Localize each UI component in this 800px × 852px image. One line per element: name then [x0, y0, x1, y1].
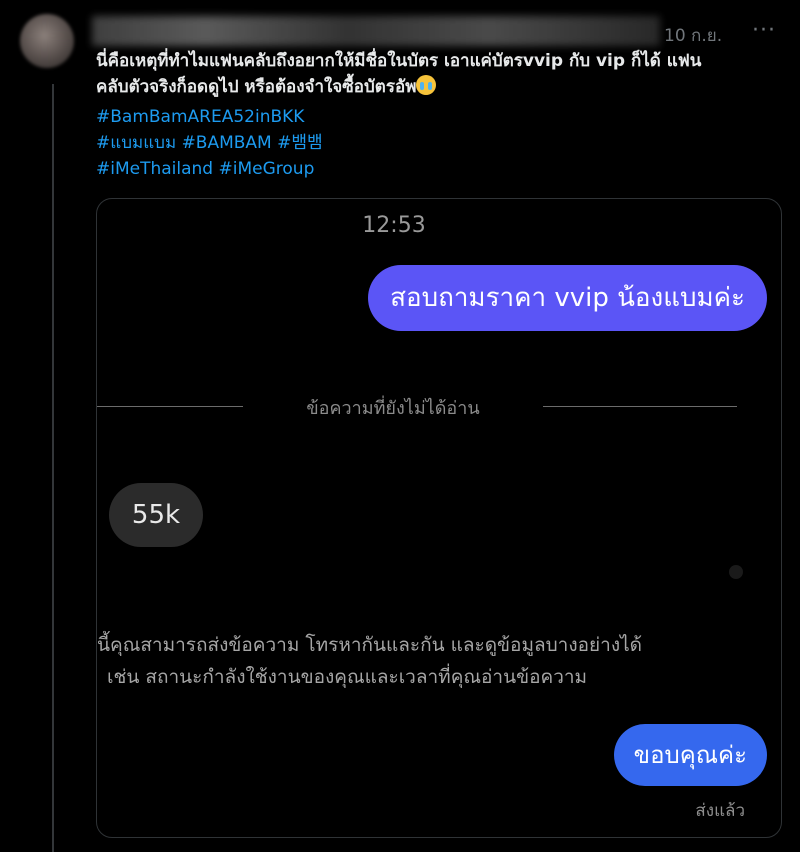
hashtag-link[interactable]: #BAMBAM	[182, 133, 272, 153]
notice-line: นี้คุณสามารถส่งข้อความ โทรหากันและกัน แล…	[97, 634, 643, 656]
hashtag-link[interactable]: #แบมแบม	[96, 133, 176, 153]
hashtag-link[interactable]: #뱀뱀	[277, 133, 323, 153]
tweet-text-segment: คลับตัวจริงก็อดดูไป หรือต้องจำใจซื้อบัตร…	[96, 77, 417, 97]
thanks-message-bubble: ขอบคุณค่ะ	[613, 724, 767, 786]
tweet-text: นี่คือเหตุที่ทำไมแฟนคลับถึงอยากให้มีชื่อ…	[96, 48, 786, 100]
hashtag-line: #BamBamAREA52inBKK	[96, 104, 323, 130]
chat-notice: นี้คุณสามารถส่งข้อความ โทรหากันและกัน แล…	[97, 629, 757, 693]
faint-mark	[729, 565, 743, 579]
divider	[97, 406, 243, 407]
hashtags: #BamBamAREA52inBKK #แบมแบม #BAMBAM #뱀뱀 #…	[96, 104, 323, 182]
author-name-blurred[interactable]	[92, 16, 660, 46]
tweet-text-line: คลับตัวจริงก็อดดูไป หรือต้องจำใจซื้อบัตร…	[96, 74, 786, 100]
tweet-date[interactable]: 10 ก.ย.	[664, 22, 722, 49]
hashtag-line: #แบมแบม #BAMBAM #뱀뱀	[96, 130, 323, 156]
divider	[543, 406, 737, 407]
avatar[interactable]	[20, 14, 74, 68]
hashtag-line: #iMeThailand #iMeGroup	[96, 156, 323, 182]
more-options-icon[interactable]: ···	[752, 18, 776, 43]
notice-line: เช่น สถานะกำลังใช้งานของคุณและเวลาที่คุณ…	[107, 666, 588, 688]
hashtag-link[interactable]: #iMeGroup	[219, 159, 315, 179]
hashtag-link[interactable]: #iMeThailand	[96, 159, 213, 179]
chat-time: 12:53	[362, 213, 426, 238]
incoming-message-bubble: 55k	[109, 483, 203, 547]
unread-divider-label: ข้อความที่ยังไม่ได้อ่าน	[306, 398, 480, 419]
tweet: 10 ก.ย. ··· นี่คือเหตุที่ทำไมแฟนคลับถึงอ…	[0, 0, 800, 852]
hashtag-link[interactable]: #BamBamAREA52inBKK	[96, 107, 304, 127]
tweet-text-line: นี่คือเหตุที่ทำไมแฟนคลับถึงอยากให้มีชื่อ…	[96, 51, 702, 71]
outgoing-message-bubble: สอบถามราคา vvip น้องแบมค่ะ	[368, 265, 767, 331]
sent-status: ส่งแล้ว	[695, 801, 745, 821]
attached-chat-screenshot[interactable]: 12:53 สอบถามราคา vvip น้องแบมค่ะ ข้อความ…	[96, 198, 782, 838]
thread-line	[52, 84, 54, 852]
crying-face-icon	[416, 75, 437, 95]
